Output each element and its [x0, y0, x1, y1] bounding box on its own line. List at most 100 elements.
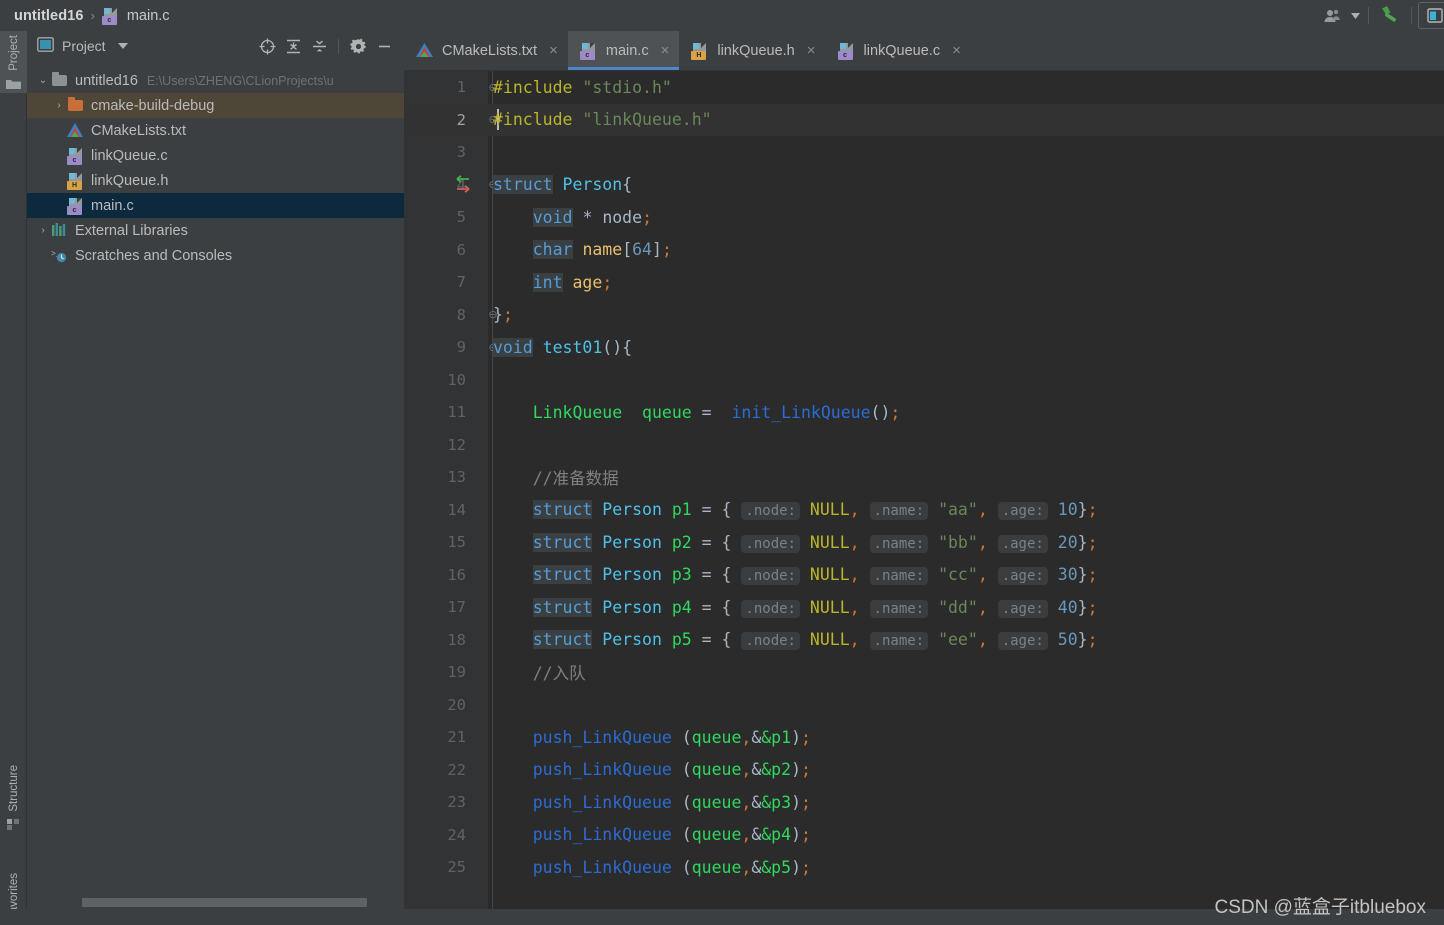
var-name: p1 [671, 500, 692, 520]
tree-item-scratches-and-consoles[interactable]: >_ Scratches and Consoles [27, 243, 404, 268]
line-number: 8 [456, 305, 466, 324]
code-text: int age; [532, 272, 613, 292]
code-line[interactable]: 1 ⊖ #include "stdio.h" [404, 71, 1444, 104]
code-line[interactable]: 12 [404, 429, 1444, 462]
inlay-hint-name: .name: [869, 534, 929, 553]
code-line[interactable]: 20 [404, 689, 1444, 722]
hammer-icon[interactable] [1375, 3, 1405, 29]
code-line[interactable]: 22 push_LinkQueue (queue,&&p2); [404, 754, 1444, 787]
breadcrumb-project[interactable]: untitled16 [14, 8, 83, 24]
code-line[interactable]: 11 LinkQueue queue = init_LinkQueue(); [404, 396, 1444, 429]
line-number: 15 [447, 533, 466, 552]
tree-item-main-c[interactable]: c main.c [27, 193, 404, 218]
value-name: "bb" [938, 532, 978, 552]
line-number: 1 [456, 78, 466, 97]
tree-item-cmakelists[interactable]: CMakeLists.txt [27, 118, 404, 143]
settings-gear-icon[interactable] [346, 35, 370, 57]
chevron-down-icon[interactable]: ⌄ [35, 75, 51, 86]
value-node: NULL [809, 500, 850, 520]
sidebar-item-structure[interactable]: Structure [0, 761, 27, 833]
chevron-down-icon[interactable] [1348, 3, 1362, 29]
tab-linkqueue-h[interactable]: H linkQueue.h × [679, 31, 825, 70]
hide-panel-icon[interactable] [372, 35, 396, 57]
tab-label: CMakeLists.txt [442, 42, 538, 59]
code-line[interactable]: 25 push_LinkQueue (queue,&&p5); [404, 851, 1444, 884]
close-icon[interactable]: × [952, 42, 961, 59]
var-name: p2 [671, 532, 692, 552]
tree-item-linkqueue-c[interactable]: c linkQueue.c [27, 143, 404, 168]
code-line[interactable]: 14 struct Person p1 = { .node: NULL, .na… [404, 494, 1444, 527]
inlay-hint-age: .age: [997, 502, 1048, 521]
project-tree: ⌄ untitled16 E:\Users\ZHENG\CLionProject… [27, 68, 404, 268]
project-panel-title[interactable]: Project [62, 38, 106, 54]
close-icon[interactable]: × [807, 42, 816, 59]
code-line[interactable]: 3 [404, 136, 1444, 169]
collapse-all-icon[interactable] [307, 35, 331, 57]
tree-item-label: main.c [91, 197, 134, 214]
chevron-right-icon[interactable]: › [51, 100, 67, 111]
code-line[interactable]: 5 void * node; [404, 201, 1444, 234]
chevron-down-icon[interactable] [117, 41, 128, 51]
code-line[interactable]: 8 ⊖ }; [404, 299, 1444, 332]
h-file-icon: H [67, 172, 85, 190]
code-line[interactable]: 2 ⊖ #include "linkQueue.h" [404, 103, 1444, 136]
value-age: 30 [1057, 565, 1078, 585]
code-line[interactable]: 9 ⊖ void test01(){ [404, 331, 1444, 364]
c-file-icon: c [67, 147, 85, 165]
code-line[interactable]: 17 struct Person p4 = { .node: NULL, .na… [404, 591, 1444, 624]
folder-orange-icon [67, 96, 85, 114]
code-lines: 1 ⊖ #include "stdio.h" 2 ⊖ #include "lin… [404, 71, 1444, 925]
implemented-override-icon[interactable] [450, 172, 478, 198]
tree-item-linkqueue-h[interactable]: H linkQueue.h [27, 168, 404, 193]
h-file-icon: H [691, 42, 709, 60]
user-icon[interactable] [1318, 3, 1348, 29]
tool-window-icon[interactable] [1418, 2, 1444, 29]
tab-label: linkQueue.c [863, 42, 941, 59]
line-number: 23 [447, 793, 466, 812]
code-line[interactable]: 16 struct Person p3 = { .node: NULL, .na… [404, 559, 1444, 592]
code-line[interactable]: 24 push_LinkQueue (queue,&&p4); [404, 819, 1444, 852]
code-line[interactable]: 7 int age; [404, 266, 1444, 299]
inlay-hint-age: .age: [997, 599, 1048, 618]
tab-label: linkQueue.h [717, 42, 795, 59]
folder-icon [51, 71, 69, 89]
code-line[interactable]: 4 ⊖ struct Person{ [404, 169, 1444, 202]
sidebar-item-project[interactable]: Project [0, 31, 27, 93]
titlebar-actions [1318, 0, 1444, 31]
tree-item-untitled16[interactable]: ⌄ untitled16 E:\Users\ZHENG\CLionProject… [27, 68, 404, 93]
line-number: 19 [447, 663, 466, 682]
tab-cmakelists-txt[interactable]: CMakeLists.txt × [404, 31, 568, 70]
code-text: push_LinkQueue (queue,&&p2); [532, 760, 811, 780]
code-line[interactable]: 13 //准备数据 [404, 461, 1444, 494]
close-icon[interactable]: × [549, 42, 558, 59]
code-line[interactable]: 18 struct Person p5 = { .node: NULL, .na… [404, 624, 1444, 657]
tree-item-label: linkQueue.h [91, 172, 169, 189]
code-line[interactable]: 15 struct Person p2 = { .node: NULL, .na… [404, 526, 1444, 559]
project-tool-window: Project ⌄ untitled16 E:\Users\ZHENG\CLio… [27, 31, 404, 925]
locate-icon[interactable] [255, 35, 279, 57]
value-node: NULL [809, 565, 850, 585]
tree-item-cmake-build-debug[interactable]: › cmake-build-debug [27, 93, 404, 118]
code-line[interactable]: 19 //入队 [404, 656, 1444, 689]
tab-main-c[interactable]: c main.c × [567, 31, 680, 70]
tree-item-external-libraries[interactable]: › External Libraries [27, 218, 404, 243]
inlay-hint-node: .node: [741, 502, 800, 521]
tab-label: main.c [605, 42, 649, 59]
project-horizontal-scrollbar[interactable] [82, 898, 367, 907]
code-line[interactable]: 23 push_LinkQueue (queue,&&p3); [404, 786, 1444, 819]
expand-all-icon[interactable] [281, 35, 305, 57]
breadcrumb-file[interactable]: main.c [127, 8, 170, 24]
sidebar-item-project-label: Project [7, 35, 20, 71]
close-icon[interactable]: × [661, 42, 670, 59]
code-line[interactable]: 21 push_LinkQueue (queue,&&p1); [404, 721, 1444, 754]
code-text: struct Person p5 = { .node: NULL, .name:… [532, 630, 1098, 651]
tab-linkqueue-c[interactable]: c linkQueue.c × [826, 31, 971, 70]
code-line[interactable]: 10 [404, 364, 1444, 397]
code-line[interactable]: 6 char name[64]; [404, 234, 1444, 267]
value-age: 20 [1057, 532, 1078, 552]
breadcrumb-separator: › [90, 8, 95, 23]
code-viewport[interactable]: 1 ⊖ #include "stdio.h" 2 ⊖ #include "lin… [404, 71, 1444, 925]
tree-item-label: linkQueue.c [91, 147, 168, 164]
line-number: 6 [456, 240, 466, 259]
chevron-right-icon[interactable]: › [35, 225, 51, 236]
